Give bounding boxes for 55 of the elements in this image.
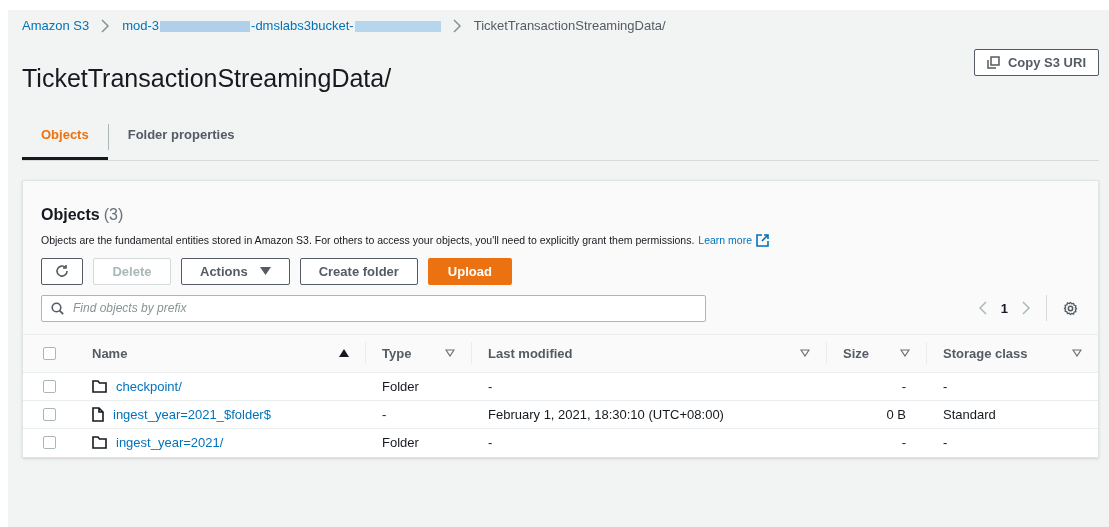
object-link[interactable]: ingest_year=2021/ <box>116 433 224 453</box>
file-icon <box>92 406 104 422</box>
object-count: (3) <box>103 205 124 225</box>
breadcrumb-current: TicketTransactionStreamingData/ <box>473 17 666 36</box>
panel-heading: Objects <box>41 205 100 225</box>
sort-icon[interactable] <box>1072 349 1082 358</box>
copy-icon <box>987 56 1000 69</box>
caret-icon <box>259 267 271 276</box>
settings-icon[interactable] <box>1063 300 1078 316</box>
sort-icon[interactable] <box>445 349 455 358</box>
select-all-checkbox[interactable] <box>43 346 56 360</box>
search-icon <box>51 301 64 315</box>
object-link[interactable]: checkpoint/ <box>116 376 182 396</box>
panel-description: Objects are the fundamental entities stored in Amazon S3. For others to access your objects, you'll need to explicitly grant them permissions. <box>41 233 695 248</box>
sort-icon[interactable] <box>800 349 810 358</box>
search-field[interactable]: Find objects by prefix <box>41 294 706 322</box>
breadcrumb-link[interactable]: mod-3 -dmslabs3bucket- <box>122 16 441 36</box>
table-cell-text: 0 B <box>886 405 906 424</box>
page-number[interactable]: 1 <box>1000 298 1008 318</box>
breadcrumb-link[interactable]: Amazon S3 <box>22 16 90 36</box>
table-cell: Standard <box>943 406 996 422</box>
table-cell: - <box>943 435 948 450</box>
table-cell-text: - <box>901 377 906 396</box>
folder-icon <box>92 436 107 450</box>
page-title: TicketTransactionStreamingData/ <box>22 63 392 93</box>
external-link-icon <box>756 234 770 248</box>
actions-dropdown[interactable]: Actions <box>181 257 290 285</box>
column-header[interactable]: Last modified <box>488 343 573 363</box>
tab[interactable]: Folder properties <box>108 113 254 160</box>
chevron-right-icon <box>101 19 111 33</box>
refresh-button[interactable] <box>41 257 83 285</box>
table-cell: Folder <box>382 435 419 450</box>
table-cell: Folder <box>382 378 419 394</box>
row-checkbox[interactable] <box>43 379 56 393</box>
copy-uri-button[interactable]: Copy S3 URI <box>974 49 1099 76</box>
table-cell: - <box>382 406 387 422</box>
sort-ascending-icon[interactable] <box>339 349 349 358</box>
column-header[interactable]: Storage class <box>943 343 1028 363</box>
toolbar-button[interactable]: Create folder <box>299 257 418 285</box>
refresh-icon <box>55 264 69 279</box>
table-cell: - <box>488 435 493 450</box>
folder-icon <box>92 379 107 393</box>
learn-more-link[interactable]: Learn more <box>698 233 753 249</box>
chevron-right-icon <box>452 19 462 33</box>
object-link[interactable]: ingest_year=2021_$folder$ <box>113 404 271 424</box>
sort-icon[interactable] <box>900 349 910 358</box>
column-header[interactable]: Type <box>382 343 412 363</box>
table-cell: February 1, 2021, 18:30:10 (UTC+08:00) <box>488 406 724 422</box>
table-cell: - <box>488 378 493 394</box>
row-checkbox[interactable] <box>43 407 56 421</box>
table-cell: - <box>943 378 948 394</box>
table-cell-text: - <box>901 434 906 452</box>
column-header[interactable]: Name <box>92 343 128 363</box>
column-header[interactable]: Size <box>843 343 869 363</box>
row-checkbox[interactable] <box>43 436 56 450</box>
